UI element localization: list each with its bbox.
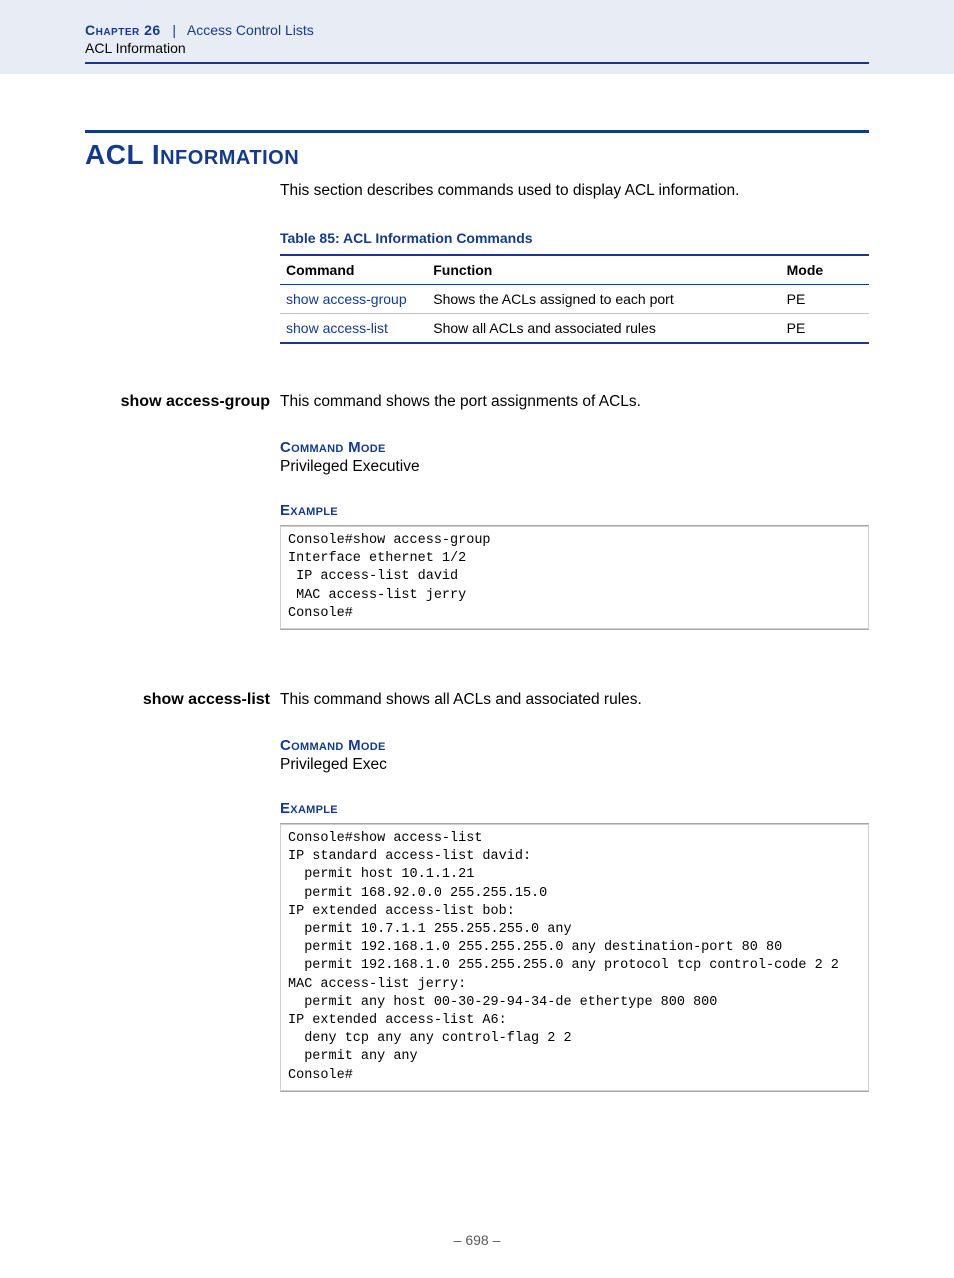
chapter-title: Access Control Lists: [187, 22, 314, 38]
command-description: This command shows the port assignments …: [280, 392, 869, 413]
section-intro: This section describes commands used to …: [280, 181, 869, 202]
cmd-link-show-access-group[interactable]: show access-group: [286, 291, 407, 307]
example-label: Example: [280, 502, 869, 519]
content-column: This section describes commands used to …: [280, 181, 869, 344]
page-header: Chapter 26 | Access Control Lists ACL In…: [85, 22, 869, 64]
example-label: Example: [280, 800, 869, 817]
command-body: Command Mode Privileged Exec Example Con…: [280, 737, 869, 1092]
chapter-label: Chapter 26: [85, 22, 161, 38]
command-mode-value: Privileged Exec: [280, 756, 869, 774]
section-rule: [85, 130, 869, 133]
command-title-row: show access-list This command shows all …: [85, 690, 869, 711]
cell-function: Show all ACLs and associated rules: [427, 313, 780, 343]
page-header-band: Chapter 26 | Access Control Lists ACL In…: [0, 0, 954, 75]
th-function: Function: [427, 255, 780, 285]
command-name: show access-list: [85, 691, 280, 709]
cmd-link-show-access-list[interactable]: show access-list: [286, 320, 388, 336]
command-mode-label: Command Mode: [280, 737, 869, 754]
header-subsection: ACL Information: [85, 40, 869, 56]
command-mode-label: Command Mode: [280, 439, 869, 456]
command-title-row: show access-group This command shows the…: [85, 392, 869, 413]
command-section-show-access-list: show access-list This command shows all …: [85, 690, 869, 1092]
th-command: Command: [280, 255, 427, 285]
table-row: show access-group Shows the ACLs assigne…: [280, 284, 869, 313]
table-row: show access-list Show all ACLs and assoc…: [280, 313, 869, 343]
command-description: This command shows all ACLs and associat…: [280, 690, 869, 711]
example-code: Console#show access-list IP standard acc…: [280, 823, 869, 1092]
cell-function: Shows the ACLs assigned to each port: [427, 284, 780, 313]
table-caption: Table 85: ACL Information Commands: [280, 230, 869, 246]
example-code: Console#show access-group Interface ethe…: [280, 525, 869, 630]
command-section-show-access-group: show access-group This command shows the…: [85, 392, 869, 630]
th-mode: Mode: [781, 255, 869, 285]
cell-mode: PE: [781, 313, 869, 343]
command-name: show access-group: [85, 393, 280, 411]
command-mode-value: Privileged Executive: [280, 458, 869, 476]
section-heading: ACL Information: [85, 139, 869, 171]
header-line-1: Chapter 26 | Access Control Lists: [85, 22, 869, 38]
cell-mode: PE: [781, 284, 869, 313]
table-header-row: Command Function Mode: [280, 255, 869, 285]
page-body: ACL Information This section describes c…: [85, 75, 869, 1278]
acl-info-commands-table: Command Function Mode show access-group …: [280, 254, 869, 344]
header-separator-2: [176, 22, 184, 38]
command-body: Command Mode Privileged Executive Exampl…: [280, 439, 869, 630]
page-number: – 698 –: [85, 1232, 869, 1278]
